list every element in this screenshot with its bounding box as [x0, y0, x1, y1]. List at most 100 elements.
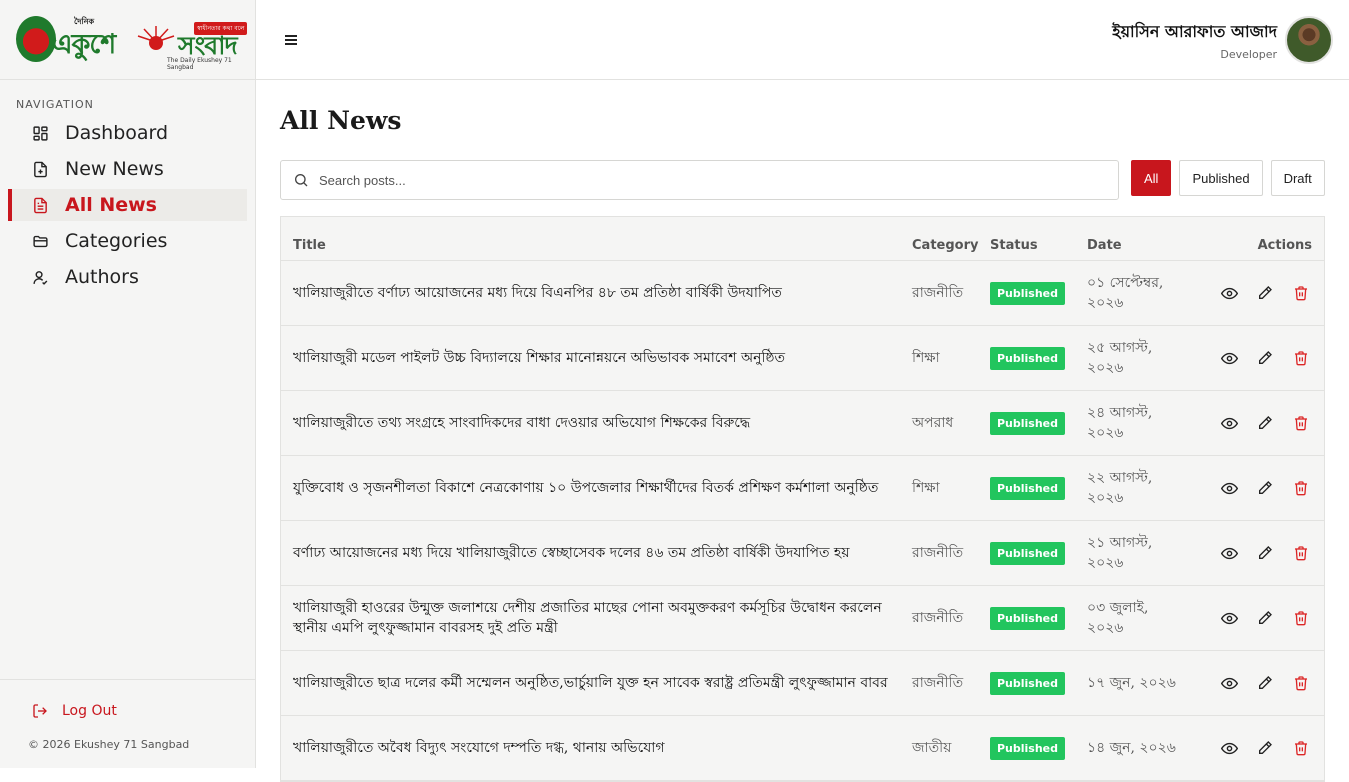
row-actions: [1185, 479, 1324, 497]
edit-button[interactable]: [1256, 284, 1274, 302]
status-badge: Published: [990, 671, 1066, 695]
news-title[interactable]: খালিয়াজুরীতে অবৈধ বিদ্যুৎ সংযোগে দম্পতি…: [281, 738, 900, 758]
filter-draft-button[interactable]: Draft: [1270, 160, 1325, 196]
news-title[interactable]: যুক্তিবোধ ও সৃজনশীলতা বিকাশে নেত্রকোণায়…: [281, 478, 900, 498]
row-actions: [1185, 284, 1324, 302]
logo-sun-icon: [137, 25, 175, 50]
sidebar-item-all-news[interactable]: All News: [8, 189, 247, 221]
filter-published-button[interactable]: Published: [1179, 160, 1263, 196]
sidebar-item-label: Authors: [65, 266, 139, 288]
status-cell: Published: [978, 541, 1075, 565]
eye-icon: [1220, 547, 1238, 559]
sidebar-item-new-news[interactable]: New News: [8, 153, 247, 185]
sidebar-item-authors[interactable]: Authors: [8, 261, 247, 293]
status-badge: Published: [990, 736, 1066, 760]
view-button[interactable]: [1220, 284, 1238, 302]
edit-button[interactable]: [1256, 544, 1274, 562]
top-header: ইয়াসিন আরাফাত আজাদ Developer: [256, 0, 1349, 80]
edit-button[interactable]: [1256, 349, 1274, 367]
avatar[interactable]: [1285, 16, 1333, 64]
file-text-icon: [32, 197, 49, 214]
news-date: ০৩ জুলাই, ২০২৬: [1087, 600, 1149, 636]
news-category: রাজনীতি: [912, 545, 964, 561]
view-button[interactable]: [1220, 349, 1238, 367]
sidebar-item-dashboard[interactable]: Dashboard: [8, 117, 247, 149]
copyright-text: © 2026 Ekushey 71 Sangbad: [28, 738, 190, 751]
logo-word-ekushey: একুশে: [52, 28, 116, 60]
delete-button[interactable]: [1292, 284, 1310, 302]
delete-button[interactable]: [1292, 609, 1310, 627]
delete-button[interactable]: [1292, 544, 1310, 562]
trash-icon: [1295, 416, 1307, 431]
trash-icon: [1295, 286, 1307, 301]
news-title[interactable]: খালিয়াজুরী হাওরের উন্মুক্ত জলাশয়ে দেশী…: [281, 598, 900, 638]
pencil-icon: [1259, 351, 1272, 364]
view-button[interactable]: [1220, 544, 1238, 562]
nav-section-label: NAVIGATION: [16, 98, 94, 111]
column-header-actions: Actions: [1257, 238, 1312, 253]
table-header: Title Category Status Date Actions: [281, 217, 1324, 261]
delete-button[interactable]: [1292, 739, 1310, 757]
eye-icon: [1220, 352, 1238, 364]
table-body: খালিয়াজুরীতে বর্ণাঢ্য আয়োজনের মধ্য দিয…: [281, 261, 1324, 781]
row-actions: [1185, 544, 1324, 562]
trash-icon: [1295, 676, 1307, 691]
file-plus-icon: [32, 161, 49, 178]
column-header-title[interactable]: Title: [281, 224, 900, 253]
table-row[interactable]: বর্ণাঢ্য আয়োজনের মধ্য দিয়ে খালিয়াজুরী…: [281, 521, 1324, 586]
column-header-date[interactable]: Date: [1075, 224, 1185, 253]
column-header-status[interactable]: Status: [978, 224, 1075, 253]
trash-icon: [1295, 611, 1307, 626]
table-row[interactable]: খালিয়াজুরী মডেল পাইলট উচ্চ বিদ্যালয়ে শ…: [281, 326, 1324, 391]
eye-icon: [1220, 742, 1238, 754]
edit-button[interactable]: [1256, 674, 1274, 692]
view-button[interactable]: [1220, 479, 1238, 497]
news-title[interactable]: বর্ণাঢ্য আয়োজনের মধ্য দিয়ে খালিয়াজুরী…: [281, 543, 900, 563]
delete-button[interactable]: [1292, 674, 1310, 692]
sidebar-item-categories[interactable]: Categories: [8, 225, 247, 257]
news-title[interactable]: খালিয়াজুরী মডেল পাইলট উচ্চ বিদ্যালয়ে শ…: [281, 348, 900, 368]
sidebar-item-label: Categories: [65, 230, 168, 252]
status-badge: Published: [990, 411, 1066, 435]
table-row[interactable]: খালিয়াজুরীতে বর্ণাঢ্য আয়োজনের মধ্য দিয…: [281, 261, 1324, 326]
status-badge: Published: [990, 281, 1066, 305]
table-row[interactable]: খালিয়াজুরী হাওরের উন্মুক্ত জলাশয়ে দেশী…: [281, 586, 1324, 651]
news-category: রাজনীতি: [912, 285, 964, 301]
logout-button[interactable]: Log Out: [32, 703, 117, 719]
logo-emblem-icon: [16, 15, 56, 62]
view-button[interactable]: [1220, 414, 1238, 432]
sidebar-item-label: New News: [65, 158, 164, 180]
table-row[interactable]: খালিয়াজুরীতে তথ্য সংগ্রহে সাংবাদিকদের ব…: [281, 391, 1324, 456]
news-title[interactable]: খালিয়াজুরীতে ছাত্র দলের কর্মী সম্মেলন অ…: [281, 673, 900, 693]
edit-button[interactable]: [1256, 739, 1274, 757]
news-title[interactable]: খালিয়াজুরীতে তথ্য সংগ্রহে সাংবাদিকদের ব…: [281, 413, 900, 433]
delete-button[interactable]: [1292, 349, 1310, 367]
edit-button[interactable]: [1256, 479, 1274, 497]
trash-icon: [1295, 351, 1307, 366]
edit-button[interactable]: [1256, 414, 1274, 432]
menu-toggle-button[interactable]: [284, 31, 300, 49]
brand-logo[interactable]: দৈনিক একুশে সংবাদ স্বাধীনতার কথা বলে The…: [12, 14, 248, 71]
status-cell: Published: [978, 606, 1075, 630]
nav-list: Dashboard New News All News Categories A…: [8, 117, 247, 297]
delete-button[interactable]: [1292, 479, 1310, 497]
view-button[interactable]: [1220, 739, 1238, 757]
user-profile[interactable]: ইয়াসিন আরাফাত আজাদ Developer: [1112, 16, 1333, 64]
view-button[interactable]: [1220, 674, 1238, 692]
table-row[interactable]: খালিয়াজুরীতে ছাত্র দলের কর্মী সম্মেলন অ…: [281, 651, 1324, 716]
search-box[interactable]: [280, 160, 1119, 200]
news-date: ২১ আগস্ট, ২০২৬: [1087, 535, 1153, 571]
column-header-category[interactable]: Category: [900, 224, 978, 253]
search-input[interactable]: [319, 172, 1099, 188]
user-text: ইয়াসিন আরাফাত আজাদ Developer: [1112, 19, 1277, 61]
news-category: শিক্ষা: [912, 350, 940, 366]
edit-button[interactable]: [1256, 609, 1274, 627]
table-row[interactable]: খালিয়াজুরীতে অবৈধ বিদ্যুৎ সংযোগে দম্পতি…: [281, 716, 1324, 781]
news-title[interactable]: খালিয়াজুরীতে বর্ণাঢ্য আয়োজনের মধ্য দিয…: [281, 283, 900, 303]
table-row[interactable]: যুক্তিবোধ ও সৃজনশীলতা বিকাশে নেত্রকোণায়…: [281, 456, 1324, 521]
view-button[interactable]: [1220, 609, 1238, 627]
delete-button[interactable]: [1292, 414, 1310, 432]
sidebar-footer: Log Out © 2026 Ekushey 71 Sangbad: [0, 679, 255, 768]
pencil-icon: [1259, 611, 1272, 624]
filter-all-button[interactable]: All: [1131, 160, 1172, 196]
